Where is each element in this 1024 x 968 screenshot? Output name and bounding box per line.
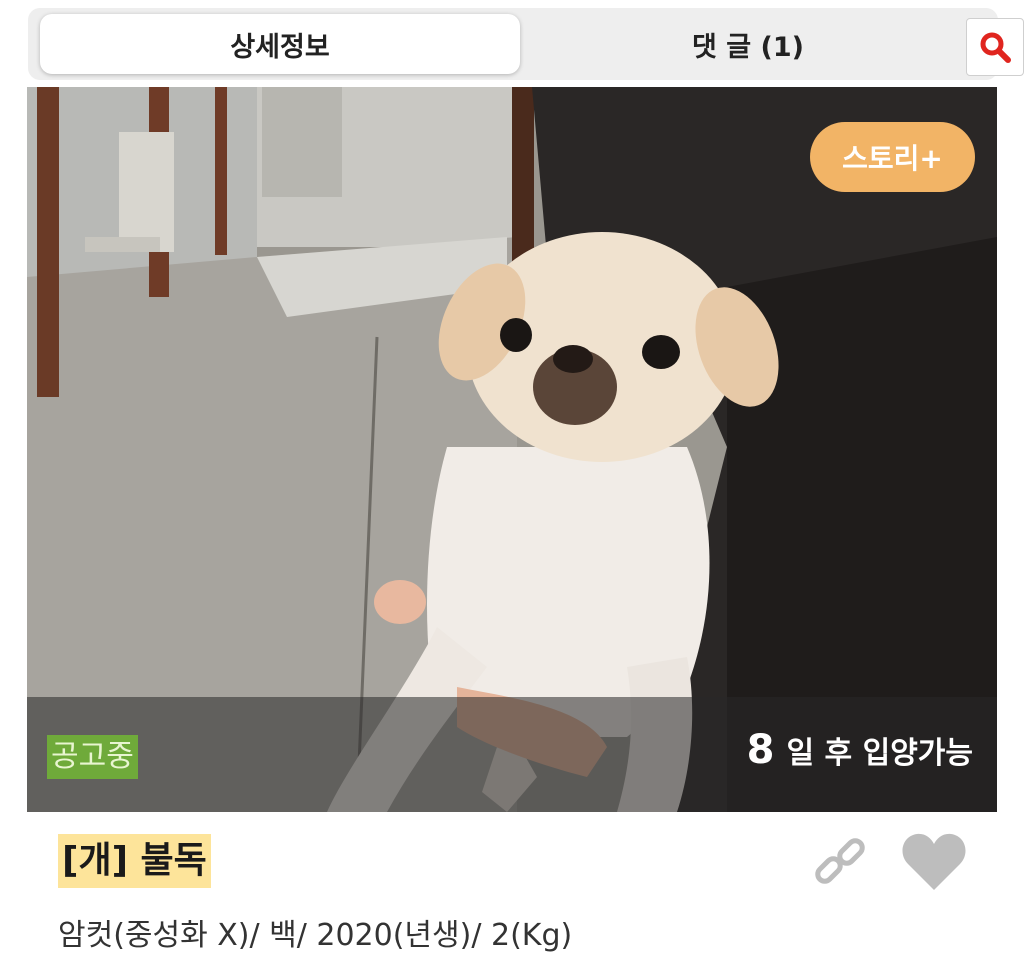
- share-link-button[interactable]: [810, 833, 870, 893]
- search-button[interactable]: [966, 18, 1024, 76]
- animal-details: 암컷(중성화 X)/ 백/ 2020(년생)/ 2(Kg): [58, 918, 573, 953]
- animal-title: [개] 불독: [58, 834, 211, 888]
- animal-photo: 스토리+ 공고중 8 일 후 입양가능: [27, 87, 997, 812]
- link-icon: [815, 838, 865, 884]
- heart-icon: [902, 833, 966, 890]
- adoption-availability: 8 일 후 입양가능: [747, 727, 973, 787]
- tab-comments[interactable]: 댓 글 (1): [538, 14, 958, 74]
- search-icon: [980, 32, 1011, 63]
- tab-bar: 상세정보 댓 글 (1): [28, 8, 1024, 80]
- adoption-label: 일 후 입양가능: [786, 736, 974, 771]
- tab-detail-info[interactable]: 상세정보: [40, 14, 520, 74]
- photo-info-strip: 공고중 8 일 후 입양가능: [27, 697, 997, 812]
- story-button[interactable]: 스토리+: [810, 122, 975, 192]
- status-badge: 공고중: [47, 735, 138, 779]
- adoption-days: 8: [746, 727, 775, 773]
- favorite-button[interactable]: [900, 830, 968, 892]
